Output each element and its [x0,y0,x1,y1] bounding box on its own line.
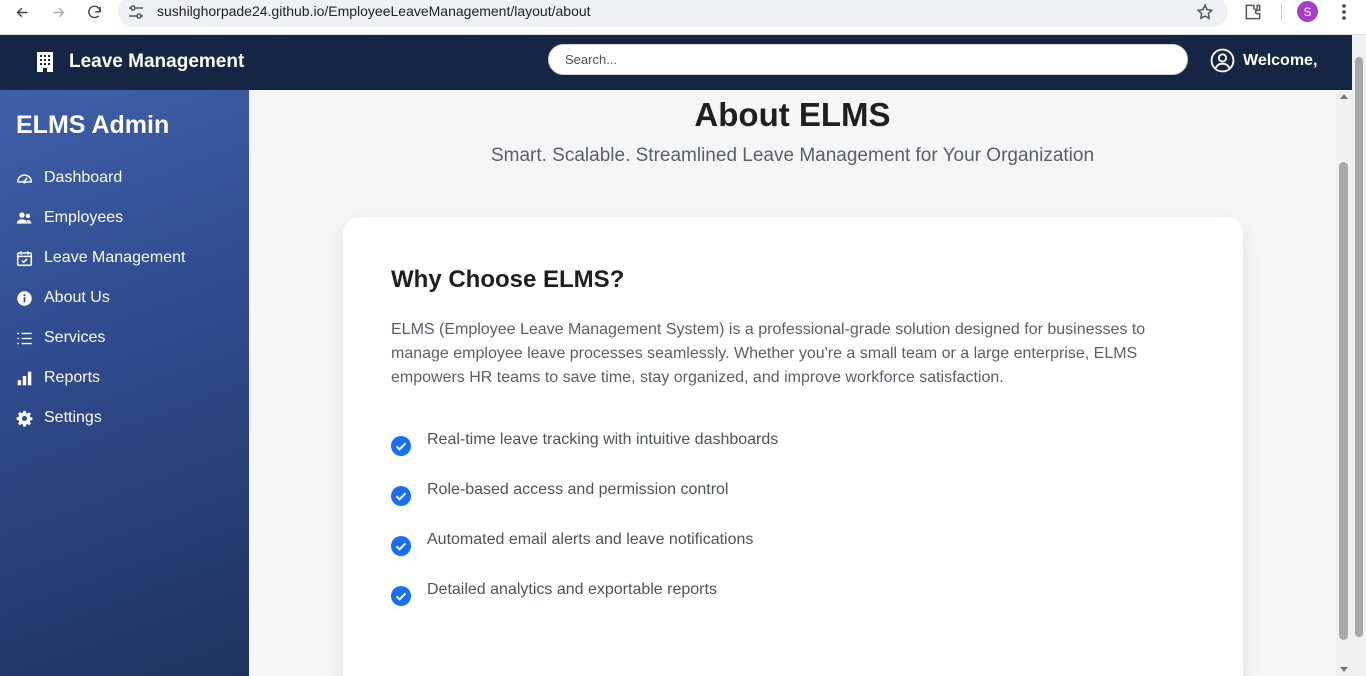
sidebar-item-settings[interactable]: Settings [0,401,249,435]
url-text[interactable]: sushilghorpade24.github.io/EmployeeLeave… [157,3,591,19]
site-info-icon[interactable] [128,4,144,20]
scroll-thumb[interactable] [1339,162,1348,640]
sidebar: ELMS Admin Dashboard Employees Leave Man… [0,90,249,676]
calendar-check-icon [15,249,33,267]
check-circle-icon [391,436,411,456]
sidebar-item-label: Employees [44,209,124,226]
scroll-down-arrow-icon[interactable] [1340,667,1348,672]
card-description: ELMS (Employee Leave Management System) … [391,321,1146,386]
card-heading: Why Choose ELMS? [391,266,625,293]
toolbar-divider [1281,4,1282,20]
sidebar-item-about-us[interactable]: About Us [0,281,249,315]
back-icon[interactable] [8,0,36,24]
page-scroll-thumb[interactable] [1355,57,1363,637]
sidebar-item-employees[interactable]: Employees [0,201,249,235]
info-icon [15,289,33,307]
reload-icon[interactable] [80,0,108,24]
sidebar-title: ELMS Admin [16,111,170,139]
address-bar[interactable]: sushilghorpade24.github.io/EmployeeLeave… [118,0,1228,27]
feature-text: Automated email alerts and leave notific… [427,531,754,548]
browser-menu-icon[interactable] [1336,2,1352,22]
building-icon [37,52,53,72]
sidebar-item-services[interactable]: Services [0,321,249,355]
gear-icon [15,409,33,427]
browser-toolbar: sushilghorpade24.github.io/EmployeeLeave… [0,0,1366,35]
profile-avatar[interactable]: S [1297,1,1318,22]
check-circle-icon [391,486,411,506]
scroll-up-arrow-icon[interactable] [1340,94,1348,99]
user-circle-icon[interactable] [1210,48,1235,73]
gauge-icon [15,169,33,187]
page-subtitle: Smart. Scalable. Streamlined Leave Manag… [490,145,1095,166]
sidebar-item-label: Settings [44,409,102,426]
bar-chart-icon [15,369,33,387]
feature-text: Role-based access and permission control [427,481,729,498]
feature-text: Detailed analytics and exportable report… [427,581,717,598]
page-title: About ELMS [694,96,891,133]
forward-icon[interactable] [44,0,72,24]
check-circle-icon [391,586,411,606]
sidebar-item-dashboard[interactable]: Dashboard [0,161,249,195]
sidebar-item-label: Leave Management [44,249,186,266]
content-scrollbar[interactable] [1336,90,1352,676]
welcome-text: Welcome, [1243,52,1318,69]
feature-text: Real-time leave tracking with intuitive … [427,431,779,448]
page-scrollbar[interactable] [1352,35,1366,676]
search-input[interactable] [548,44,1188,75]
about-card: Why Choose ELMS? ELMS (Employee Leave Ma… [343,217,1243,676]
check-circle-icon [391,536,411,556]
extensions-icon[interactable] [1243,2,1263,22]
bookmark-star-icon[interactable] [1196,3,1214,21]
list-icon [15,329,33,347]
users-icon [15,209,33,227]
sidebar-item-reports[interactable]: Reports [0,361,249,395]
top-navbar: Leave Management Welcome, [0,35,1352,90]
sidebar-item-label: About Us [44,289,110,306]
sidebar-item-label: Services [44,329,106,346]
brand-title[interactable]: Leave Management [69,51,244,73]
main-content: About ELMS Smart. Scalable. Streamlined … [249,90,1336,676]
sidebar-item-label: Dashboard [44,169,123,186]
sidebar-item-leave-management[interactable]: Leave Management [0,241,249,275]
sidebar-item-label: Reports [44,369,101,386]
